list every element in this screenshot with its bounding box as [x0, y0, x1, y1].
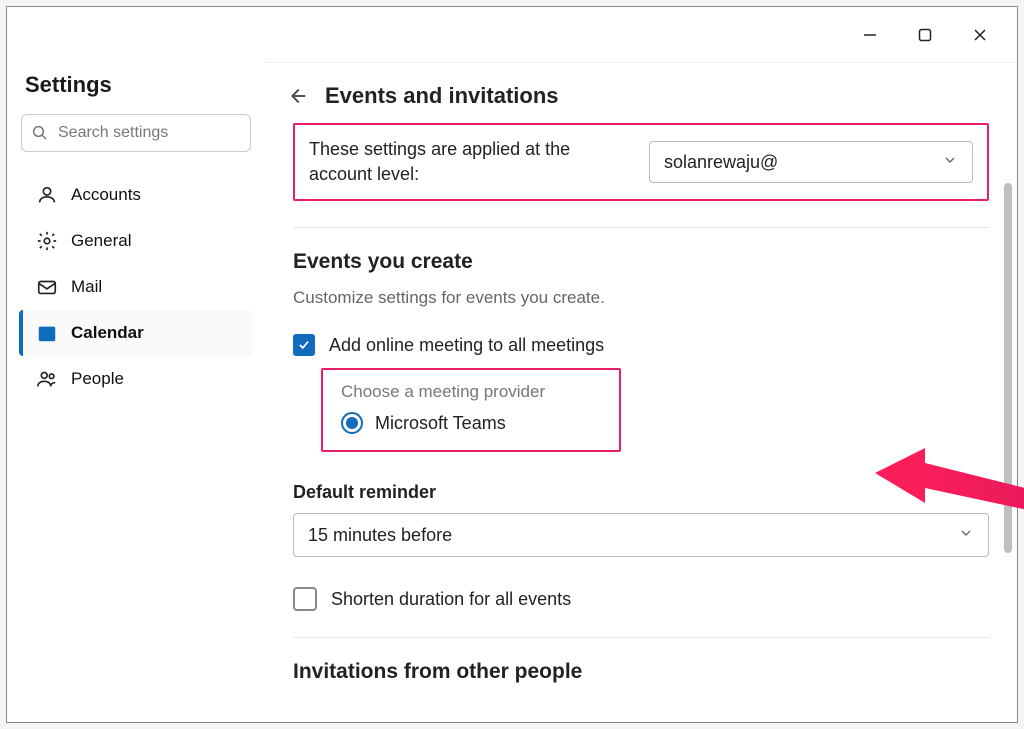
checkbox-empty-icon [293, 587, 317, 611]
sidebar-item-label: Calendar [71, 323, 144, 343]
default-reminder-select[interactable]: 15 minutes before [293, 513, 989, 557]
provider-radio-label: Microsoft Teams [375, 413, 506, 434]
scrollbar-thumb[interactable] [1004, 183, 1012, 553]
back-arrow-icon[interactable] [285, 85, 307, 107]
minimize-button[interactable] [842, 15, 897, 55]
gear-icon [33, 230, 61, 252]
mail-icon [33, 276, 61, 298]
calendar-icon [33, 322, 61, 344]
chevron-down-icon [958, 525, 974, 546]
sidebar-item-people[interactable]: People [19, 356, 253, 402]
add-online-meeting-label: Add online meeting to all meetings [329, 335, 604, 356]
events-section-title: Events you create [293, 250, 989, 274]
search-icon [31, 124, 49, 147]
account-select-value: solanrewaju@ [664, 152, 778, 173]
sidebar-item-label: Accounts [71, 185, 141, 205]
chevron-down-icon [942, 152, 958, 173]
people-icon [33, 368, 61, 390]
scroll-area: These settings are applied at the accoun… [265, 123, 1017, 722]
sidebar-nav: Accounts General Mail [19, 172, 253, 402]
page-title: Events and invitations [325, 83, 559, 109]
titlebar [7, 7, 1017, 62]
maximize-button[interactable] [897, 15, 952, 55]
meeting-provider-label: Choose a meeting provider [341, 382, 601, 402]
divider [293, 637, 989, 638]
provider-radio-teams[interactable]: Microsoft Teams [341, 412, 601, 434]
sidebar-item-mail[interactable]: Mail [19, 264, 253, 310]
sidebar-item-accounts[interactable]: Accounts [19, 172, 253, 218]
meeting-provider-highlight: Choose a meeting provider Microsoft Team… [321, 368, 621, 452]
sidebar-item-general[interactable]: General [19, 218, 253, 264]
shorten-duration-label: Shorten duration for all events [331, 589, 571, 610]
search-wrap [21, 114, 251, 152]
content-pane: Events and invitations These settings ar… [265, 62, 1017, 722]
account-select[interactable]: solanrewaju@ [649, 141, 973, 183]
add-online-meeting-checkbox-row[interactable]: Add online meeting to all meetings [293, 334, 989, 356]
events-section-subtitle: Customize settings for events you create… [293, 288, 989, 308]
shorten-duration-checkbox-row[interactable]: Shorten duration for all events [293, 587, 989, 611]
divider [293, 227, 989, 228]
invitations-section-title: Invitations from other people [293, 660, 989, 684]
sidebar-item-label: General [71, 231, 131, 251]
sidebar-item-label: People [71, 369, 124, 389]
sidebar-title: Settings [19, 62, 253, 114]
sidebar-item-label: Mail [71, 277, 102, 297]
default-reminder-value: 15 minutes before [308, 525, 452, 546]
sidebar: Settings Accounts Genera [7, 62, 265, 722]
person-icon [33, 184, 61, 206]
search-input[interactable] [21, 114, 251, 152]
account-level-highlight: These settings are applied at the accoun… [293, 123, 989, 201]
radio-selected-icon [341, 412, 363, 434]
scrollbar[interactable] [1004, 183, 1012, 563]
default-reminder-title: Default reminder [293, 482, 989, 503]
account-level-label: These settings are applied at the accoun… [309, 137, 609, 187]
close-button[interactable] [952, 15, 1007, 55]
checkbox-checked-icon [293, 334, 315, 356]
content-header: Events and invitations [265, 63, 1017, 127]
app-window: Settings Accounts Genera [6, 6, 1018, 723]
sidebar-item-calendar[interactable]: Calendar [19, 310, 253, 356]
